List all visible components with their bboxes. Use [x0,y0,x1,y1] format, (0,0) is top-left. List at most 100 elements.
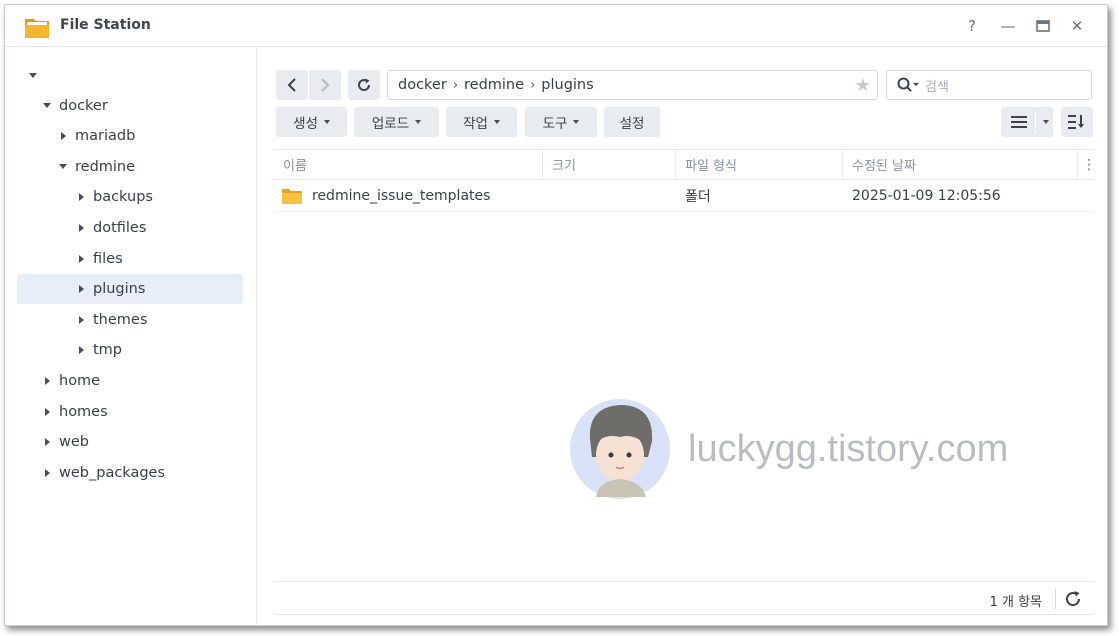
caret-right-icon[interactable] [79,315,84,324]
file-modified: 2025-01-09 12:05:56 [852,187,1001,204]
upload-label: 업로드 [371,116,410,132]
caret-down-icon [1043,120,1049,124]
caret-right-icon[interactable] [45,438,50,447]
tree-item-label: home [59,373,101,389]
search-icon [897,77,919,92]
folder-icon [282,188,302,204]
minimize-button[interactable]: — [997,15,1019,37]
column-options-icon[interactable]: ⋮ [1078,150,1096,179]
title-bar: File Station ? — ✕ [5,5,1107,47]
tree-item-homes[interactable]: homes [17,397,243,427]
caret-right-icon[interactable] [79,285,84,294]
tree-item-label: docker [59,97,108,114]
tree-item-docker[interactable]: docker [17,91,243,121]
tree-item-tmp[interactable]: tmp [17,335,243,365]
refresh-icon [358,78,371,91]
create-button[interactable]: 생성 [276,107,347,137]
caret-down-icon[interactable] [43,103,51,109]
maximize-button[interactable] [1032,15,1054,37]
star-icon[interactable]: ★ [855,75,871,96]
caret-down-icon[interactable] [59,164,67,170]
folder-tree: docker mariadb redmine backups dotfiles files… [5,48,257,626]
item-count: 1 개 항목 [989,595,1042,610]
tree-item-label: backups [93,189,153,206]
tree-item-backups[interactable]: backups [17,182,243,212]
avatar-watermark-image [570,399,670,499]
chevron-right-icon [321,78,330,92]
tree-item-dotfiles[interactable]: dotfiles [17,213,243,243]
watermark-text: luckygg.tistory.com [688,428,1009,470]
column-type[interactable]: 파일 형식 [676,150,843,179]
help-icon[interactable]: ? [961,15,983,37]
tools-label: 도구 [542,116,568,132]
file-type: 폴더 [685,188,711,205]
list-view-icon [1011,116,1027,128]
tree-item-label: web [59,434,89,451]
tree-item-root[interactable] [17,60,243,90]
tree-item-label: themes [93,311,148,328]
file-name: redmine_issue_templates [312,187,491,204]
tree-item-redmine[interactable]: redmine [17,152,243,182]
table-row[interactable]: redmine_issue_templates 폴더 2025-01-09 12… [274,180,1094,212]
sort-icon [1068,115,1084,129]
row-name-cell: redmine_issue_templates [282,180,490,211]
main-panel: docker › redmine › plugins ★ 검색 생성 업로드 작… [258,48,1108,626]
tree-item-themes[interactable]: themes [17,305,243,335]
upload-button[interactable]: 업로드 [354,107,439,137]
path-segment-redmine[interactable]: redmine [464,77,524,93]
create-label: 생성 [293,116,318,132]
caret-down-icon [573,120,580,124]
path-segment-plugins[interactable]: plugins [541,77,593,93]
tree-item-label: web_packages [59,464,166,481]
path-separator: › [452,77,459,93]
tree-item-label: homes [59,403,108,420]
table-header: 이름 크기 파일 형식 수정된 날짜 ⋮ [274,149,1096,180]
path-separator: › [530,77,536,93]
column-modified[interactable]: 수정된 날짜 [843,150,1078,179]
caret-right-icon[interactable] [79,193,84,202]
search-input[interactable]: 검색 [886,70,1092,100]
close-button[interactable]: ✕ [1066,15,1088,37]
back-button[interactable] [276,70,308,100]
divider [1055,589,1056,609]
search-placeholder: 검색 [925,79,949,95]
action-button[interactable]: 작업 [446,107,517,137]
tree-item-label: tmp [93,342,123,359]
divider [1035,111,1036,133]
tools-button[interactable]: 도구 [525,107,597,137]
window-title: File Station [60,17,151,33]
caret-right-icon[interactable] [61,132,66,141]
refresh-icon [1066,591,1080,606]
tree-item-web_packages[interactable]: web_packages [17,458,243,488]
tree-item-files[interactable]: files [17,244,243,274]
tree-item-label: mariadb [75,128,136,145]
action-label: 작업 [463,116,488,132]
tree-item-plugins[interactable]: plugins [17,274,243,305]
caret-right-icon[interactable] [45,468,50,477]
footer-refresh-button[interactable] [1062,588,1084,610]
status-footer: 1 개 항목 [274,581,1094,615]
caret-right-icon[interactable] [45,407,50,416]
tree-item-label: plugins [93,281,146,298]
path-bar[interactable]: docker › redmine › plugins ★ [387,70,878,100]
tree-item-web[interactable]: web [17,427,243,457]
forward-button[interactable] [309,70,341,100]
caret-down-icon [415,120,422,124]
view-mode-button[interactable] [1001,107,1053,137]
path-segment-docker[interactable]: docker [398,77,447,93]
tree-item-mariadb[interactable]: mariadb [17,121,243,151]
tree-item-label: files [93,250,123,267]
settings-button[interactable]: 설정 [604,107,660,137]
caret-right-icon[interactable] [79,224,84,232]
maximize-icon [1036,20,1050,32]
refresh-button[interactable] [348,70,380,100]
sort-button[interactable] [1061,107,1093,137]
column-name[interactable]: 이름 [274,150,543,179]
caret-right-icon[interactable] [79,346,84,355]
caret-right-icon[interactable] [79,254,84,263]
column-size[interactable]: 크기 [543,150,676,179]
settings-label: 설정 [619,116,645,132]
caret-down-icon[interactable] [29,72,37,78]
caret-right-icon[interactable] [45,377,50,385]
tree-item-home[interactable]: home [17,366,243,396]
